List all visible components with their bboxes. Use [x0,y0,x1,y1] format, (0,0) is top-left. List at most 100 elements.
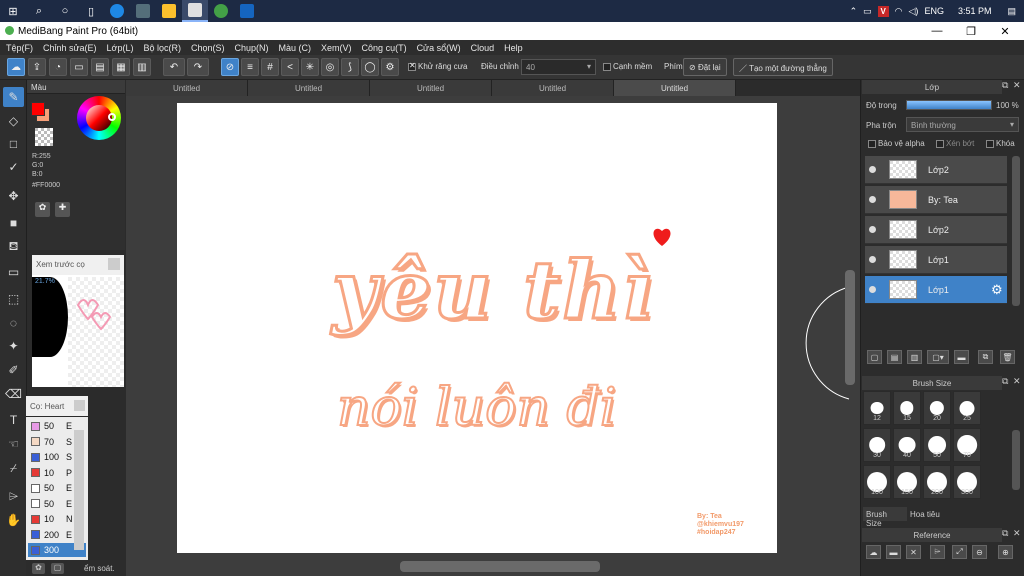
tab-untitled-5[interactable]: Untitled [614,80,736,96]
cloud-icon[interactable]: ☁ [7,58,25,76]
reference-open-icon[interactable]: ▬ [886,545,901,559]
soft-edge-toggle[interactable]: Cạnh mềm [603,62,652,71]
brush-size-cell[interactable]: 70 [953,428,981,462]
layout-icon[interactable]: ▥ [133,58,151,76]
maximize-button[interactable]: ❐ [954,22,988,40]
tab-brush-size[interactable]: Brush Size [863,507,907,528]
gear-icon[interactable]: ⚙ [991,282,1003,298]
dot-tool-icon[interactable]: □ [3,134,24,154]
divide-tool-icon[interactable]: ⌿ [3,458,24,478]
file-explorer-icon[interactable] [156,0,182,22]
layer-row[interactable]: Lớp2 [865,216,1007,244]
snap-settings-icon[interactable]: ⚙ [381,58,399,76]
undo-icon[interactable]: ↶ [163,58,185,76]
tab-untitled-3[interactable]: Untitled [370,80,492,96]
fill-rect-tool-icon[interactable]: ■ [3,213,24,233]
move-tool-icon[interactable]: ✥ [3,186,24,206]
protect-alpha-toggle[interactable]: Bảo vệ alpha [868,139,925,148]
eye-icon[interactable] [869,286,876,293]
antialias-checkbox[interactable] [408,61,416,71]
menu-color[interactable]: Màu (C) [279,43,312,53]
palette-icon[interactable]: ✿ [35,202,50,217]
brush-size-cell[interactable]: 300 [953,465,981,499]
menu-cloud[interactable]: Cloud [471,43,495,53]
brush-size-cell[interactable]: 12 [863,391,891,425]
brush-size-cell[interactable]: 25 [953,391,981,425]
language-indicator[interactable]: ENG [924,6,944,16]
add-brush-icon[interactable]: ✿ [32,563,45,574]
add-color-icon[interactable]: ✚ [55,202,70,217]
brush-size-cell[interactable]: 40 [893,428,921,462]
protect-alpha-checkbox[interactable] [868,139,876,148]
snap-off-icon[interactable]: ⊘ [221,58,239,76]
canvas-horizontal-scrollbar[interactable] [400,561,600,572]
brush-size-cell[interactable]: 200 [923,465,951,499]
upload-icon[interactable]: ⇪ [28,58,46,76]
parallel-snap-icon[interactable]: ≡ [241,58,259,76]
layer-list-scrollbar[interactable] [1012,156,1020,306]
text-tool-icon[interactable]: T [3,410,24,430]
select-pen-icon[interactable]: ✐ [3,360,24,380]
menu-view[interactable]: Xem(V) [321,43,352,53]
chrome-icon[interactable] [208,0,234,22]
adjust-select[interactable]: 40 ▾ [521,59,596,75]
duplicate-layer-icon[interactable]: ▥ [907,350,922,364]
windows-start-icon[interactable]: ⊞ [0,0,26,22]
select-eraser-icon[interactable]: ⌫ [3,384,24,404]
task-view-icon[interactable]: ▯ [78,0,104,22]
primary-color-swatch[interactable] [31,102,45,116]
reference-close-icon[interactable]: ✕ [906,545,921,559]
menu-select[interactable]: Chọn(S) [191,43,225,53]
redo-icon[interactable]: ↷ [187,58,209,76]
brush-list-scrollbar[interactable] [74,430,84,550]
clock[interactable]: 3:51 PM [958,6,992,16]
eye-icon[interactable] [869,196,876,203]
brush-size-scrollbar[interactable] [1012,430,1020,490]
grid-icon[interactable]: ▦ [112,58,130,76]
popout-icon[interactable]: ⧉ [1002,376,1008,387]
save-icon[interactable]: ▤ [91,58,109,76]
edge-icon[interactable] [104,0,130,22]
drawing-canvas[interactable]: yêu thì nói luôn đi By: Tea @khiemvu197 … [177,103,777,553]
reference-zoom-in-icon[interactable]: ⊕ [998,545,1013,559]
wifi-icon[interactable]: ◠ [895,6,903,17]
straight-line-button[interactable]: ／ Tạo một đường thẳng [733,58,833,76]
brush-size-cell[interactable]: 20 [923,391,951,425]
vivaldi-tray-icon[interactable]: V [877,5,889,17]
search-icon[interactable]: ⌕ [26,0,52,22]
brush-panel-menu-icon[interactable] [74,400,85,411]
layer-row[interactable]: Lớp2 [865,156,1007,184]
magic-wand-icon[interactable]: ✦ [3,336,24,356]
brush-size-cell[interactable]: 100 [863,465,891,499]
delete-layer-icon[interactable]: 🗑 [1000,350,1015,364]
menu-window[interactable]: Cửa sổ(W) [417,43,461,53]
close-panel-icon[interactable]: ✕ [1013,528,1021,539]
menu-tools[interactable]: Công cụ(T) [362,43,407,53]
menu-snap[interactable]: Chụp(N) [235,43,269,53]
clipping-checkbox[interactable] [936,139,944,148]
tab-untitled-1[interactable]: Untitled [126,80,248,96]
lock-toggle[interactable]: Khóa [986,139,1015,148]
menu-layer[interactable]: Lớp(L) [107,43,134,53]
brush-tool-icon[interactable]: ✎ [3,87,24,107]
bucket-tool-icon[interactable]: ⛾ [3,237,24,257]
transparent-color-swatch[interactable] [35,128,53,146]
eraser-tool-icon[interactable]: ◇ [3,111,24,131]
radial-snap-icon[interactable]: ✳ [301,58,319,76]
antialias-toggle[interactable]: Khử răng cưa [408,61,467,71]
reference-cloud-icon[interactable]: ☁ [866,545,881,559]
cortana-icon[interactable]: ○ [52,0,78,22]
photos-icon[interactable] [234,0,260,22]
eyedropper-icon[interactable]: ⌲ [3,486,24,506]
add-layer-menu-icon[interactable]: ▢▾ [927,350,949,364]
folder-icon[interactable]: ▬ [954,350,969,364]
layer-row[interactable]: Lớp1 [865,246,1007,274]
layer-row-selected[interactable]: Lớp1 ⚙ [865,276,1007,304]
vanishing-snap-icon[interactable]: < [281,58,299,76]
menu-file[interactable]: Tệp(F) [6,43,33,53]
new-brush-icon[interactable]: ▢ [51,563,64,574]
blend-mode-select[interactable]: Bình thường ▾ [906,117,1019,132]
notification-icon[interactable]: ▤ [1007,6,1016,17]
canvas-vertical-scrollbar[interactable] [845,270,855,385]
reference-fit-icon[interactable]: ⤢ [952,545,967,559]
